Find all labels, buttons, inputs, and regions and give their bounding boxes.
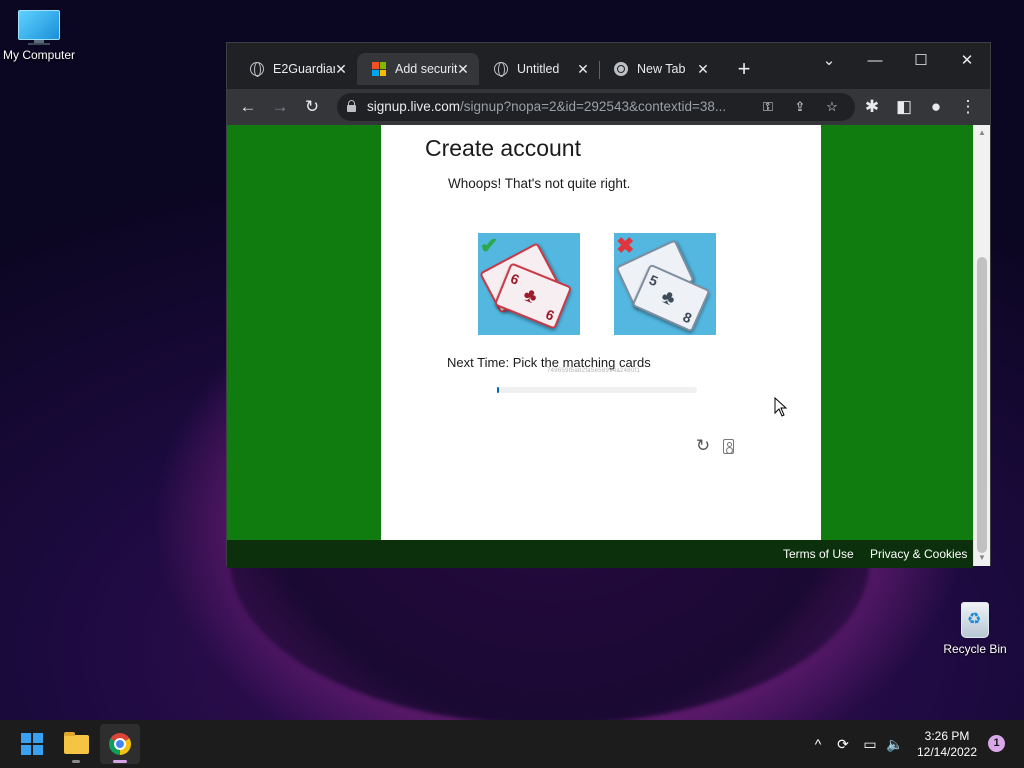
network-icon[interactable]: ▭ [860, 734, 880, 754]
tab-title: New Tab [637, 62, 686, 76]
scroll-thumb[interactable] [977, 257, 987, 553]
club-suit-icon: ♣ [520, 283, 541, 309]
card-number: 5 [646, 271, 661, 290]
tab-close-icon[interactable]: ✕ [455, 61, 471, 77]
tab-close-icon[interactable]: ✕ [695, 61, 711, 77]
browser-toolbar: ← → ↻ signup.live.com/signup?nopa=2&id=2… [227, 89, 990, 125]
clock-time: 3:26 PM [924, 729, 970, 743]
back-button[interactable]: ← [236, 95, 260, 119]
tab-strip: E2Guardian ✕ Add security info ✕ Untitle… [227, 43, 990, 89]
desktop-icon-label: Recycle Bin [943, 642, 1007, 656]
scroll-up-icon[interactable]: ▲ [977, 128, 987, 138]
card-number: 6 [508, 270, 522, 288]
chrome-taskbar-button[interactable] [100, 724, 140, 764]
menu-icon[interactable]: ⋮ [956, 95, 980, 119]
minimize-button[interactable]: — [852, 47, 898, 75]
signup-card: Create account Whoops! That's not quite … [381, 125, 821, 540]
tab-e2guardian[interactable]: E2Guardian ✕ [235, 53, 357, 85]
start-button[interactable] [12, 724, 52, 764]
card-number: 8 [680, 308, 695, 327]
reload-button[interactable]: ↻ [300, 95, 324, 119]
taskbar-clock[interactable]: 3:26 PM 12/14/2022 [916, 728, 978, 760]
notification-badge[interactable]: 1 [988, 735, 1005, 752]
side-panel-icon[interactable]: ◧ [892, 95, 916, 119]
progress-bar [497, 387, 697, 393]
privacy-cookies-link[interactable]: Privacy & Cookies [870, 547, 967, 561]
tab-close-icon[interactable]: ✕ [575, 61, 591, 77]
globe-icon [249, 61, 265, 77]
tab-untitled[interactable]: Untitled ✕ [479, 53, 599, 85]
terms-of-use-link[interactable]: Terms of Use [783, 547, 854, 561]
refresh-challenge-icon[interactable]: ↻ [693, 436, 713, 456]
chrome-icon [109, 733, 131, 755]
chrome-icon [613, 61, 629, 77]
page-title: Create account [425, 135, 581, 161]
share-icon[interactable]: ⇪ [789, 96, 811, 118]
tab-title: Add security info [395, 62, 457, 76]
new-tab-button[interactable]: + [732, 58, 756, 82]
globe-icon [493, 61, 509, 77]
scroll-down-icon[interactable]: ▼ [977, 553, 987, 563]
microsoft-logo-icon [371, 61, 387, 77]
taskbar: ^ ⟳ ▭ 🔈 3:26 PM 12/14/2022 1 [0, 720, 1024, 768]
computer-icon [18, 10, 60, 45]
page-footer-links: Terms of Use Privacy & Cookies [227, 540, 973, 568]
tab-title: E2Guardian [273, 62, 335, 76]
playing-card: ♣ 6 6 [493, 262, 573, 330]
progress-fill [497, 387, 499, 393]
url-host: signup.live.com [367, 99, 461, 114]
desktop-icon-label: My Computer [2, 48, 76, 62]
forward-button[interactable]: → [268, 95, 292, 119]
tab-title: Untitled [517, 62, 560, 76]
desktop-icon-my-computer[interactable]: My Computer [0, 10, 84, 62]
scrollbar[interactable]: ▲ ▼ [973, 125, 990, 566]
profile-icon[interactable]: ● [924, 95, 948, 119]
key-icon[interactable]: ⚿ [757, 96, 779, 118]
page-viewport: Create account Whoops! That's not quite … [227, 125, 973, 540]
folder-icon [64, 732, 89, 754]
url-path: /signup?nopa=2&id=292543&contextid=38... [460, 99, 727, 114]
active-indicator [113, 760, 127, 763]
volume-icon[interactable]: 🔈 [885, 734, 905, 754]
tab-close-icon[interactable]: ✕ [333, 61, 349, 77]
club-suit-icon: ♣ [657, 285, 679, 311]
recycle-bin-icon: ♻ [958, 598, 992, 638]
extensions-icon[interactable]: ✱ [860, 95, 884, 119]
tab-search-button[interactable]: ⌄ [806, 47, 852, 75]
mouse-cursor-icon [774, 397, 788, 417]
captcha-choice-wrong[interactable]: ♣ 5 8 ✖ [614, 233, 716, 335]
lock-icon[interactable] [347, 100, 356, 112]
address-bar[interactable]: signup.live.com/signup?nopa=2&id=292543&… [337, 93, 855, 121]
audio-challenge-icon[interactable] [723, 439, 734, 454]
windows-logo-icon [21, 733, 43, 755]
card-number: 6 [543, 305, 557, 324]
show-hidden-icons-chevron-icon[interactable]: ^ [808, 734, 828, 754]
bookmark-star-icon[interactable]: ☆ [821, 96, 843, 118]
file-explorer-button[interactable] [56, 724, 96, 764]
tab-new-tab[interactable]: New Tab ✕ [599, 53, 719, 85]
browser-window: E2Guardian ✕ Add security info ✕ Untitle… [226, 42, 991, 568]
captcha-choice-correct[interactable]: ♣ 6 6 ✔ [478, 233, 580, 335]
sync-icon[interactable]: ⟳ [833, 734, 853, 754]
close-window-button[interactable]: ✕ [944, 47, 990, 75]
desktop-icon-recycle-bin[interactable]: ♻ Recycle Bin [930, 598, 1020, 656]
running-indicator [72, 760, 80, 763]
checkmark-icon: ✔ [480, 233, 499, 258]
maximize-button[interactable]: ☐ [898, 47, 944, 75]
session-id: 749659f5ab2fa5e58994a2480f1 [547, 368, 641, 374]
error-message: Whoops! That's not quite right. [448, 176, 631, 191]
cross-icon: ✖ [616, 233, 635, 258]
url-text[interactable]: signup.live.com/signup?nopa=2&id=292543&… [367, 99, 747, 114]
tab-add-security-info[interactable]: Add security info ✕ [357, 53, 479, 85]
clock-date: 12/14/2022 [916, 745, 978, 759]
